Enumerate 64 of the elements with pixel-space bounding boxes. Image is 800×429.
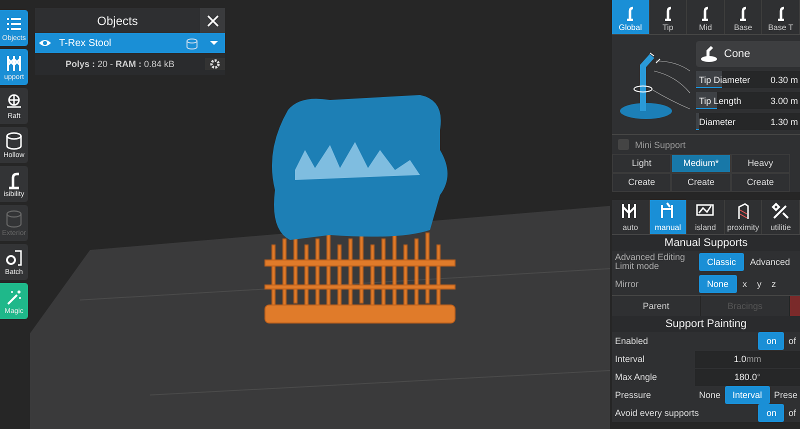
object-row[interactable]: T-Rex Stool <box>35 33 225 53</box>
number-field[interactable]: 180.0° <box>695 368 800 386</box>
tip-tab[interactable]: Base T <box>762 0 800 34</box>
option-button[interactable]: Prese <box>770 386 800 404</box>
tip-tab[interactable]: Mid <box>687 0 725 34</box>
parameter-slider[interactable]: Tip Diameter 0.30 m <box>696 71 800 88</box>
close-icon <box>206 14 218 26</box>
section-title: Manual Supports <box>612 235 800 251</box>
action-button[interactable]: Parent <box>612 296 700 316</box>
option-button[interactable]: on <box>758 404 784 422</box>
parameter-label: Tip Length <box>699 96 742 106</box>
option-button[interactable]: Classic <box>699 253 744 271</box>
setting-label: Mirror <box>615 280 640 288</box>
option-button[interactable]: None <box>695 386 725 404</box>
caret-icon <box>209 40 219 46</box>
setting-label: Pressure <box>615 390 652 400</box>
section-title: Support Painting <box>612 316 800 332</box>
option-button[interactable]: y <box>753 275 766 293</box>
number-field[interactable]: 1.0mm <box>695 350 800 368</box>
cylinder-icon <box>185 36 199 50</box>
mode-tab[interactable]: proximity <box>724 200 762 234</box>
delete-button[interactable] <box>790 296 800 316</box>
mode-tab[interactable]: utilitie <box>762 200 800 234</box>
object-stats: Polys : 20 - RAM : 0.84 kB <box>64 59 176 69</box>
support-icon <box>4 53 24 73</box>
option-button[interactable]: of <box>784 332 800 350</box>
option-button[interactable]: Advanced <box>746 253 794 271</box>
density-button[interactable]: Light <box>612 154 672 173</box>
setting-label: Advanced Editing Limit mode <box>615 253 686 271</box>
mode-tab[interactable]: island <box>687 200 725 234</box>
parameter-slider[interactable]: Tip Length 3.00 m <box>696 92 800 109</box>
parameter-value: 0.30 m <box>770 74 798 84</box>
support-pin-icon <box>700 45 718 63</box>
create-button[interactable]: Create <box>730 173 790 192</box>
cylinder-icon <box>4 209 24 229</box>
option-button[interactable]: x <box>738 275 752 293</box>
object-name: T-Rex Stool <box>58 38 112 48</box>
tip-tab[interactable]: Global <box>612 0 650 34</box>
density-button[interactable]: Heavy <box>730 154 790 173</box>
setting-label: Max Angle <box>615 372 658 382</box>
parameter-label: Diameter <box>699 116 736 126</box>
setting-label: Enabled <box>615 336 650 346</box>
parameter-value: 3.00 m <box>770 96 798 106</box>
cylinder-icon <box>4 131 24 151</box>
option-button[interactable]: on <box>758 332 784 350</box>
create-button[interactable]: Create <box>671 173 731 192</box>
density-button[interactable]: Medium* <box>671 154 731 173</box>
parameter-slider[interactable]: Diameter 1.30 m <box>696 113 800 130</box>
close-button[interactable] <box>200 8 225 33</box>
tip-tab[interactable]: Tip <box>650 0 688 34</box>
panel-title: Objects <box>96 12 139 30</box>
checkbox-label: Mini Support <box>635 140 686 150</box>
shape-dropdown[interactable]: Cone <box>696 41 800 67</box>
option-button[interactable]: of <box>784 404 800 422</box>
parameter-label: Tip Diameter <box>699 74 750 84</box>
mode-tab[interactable]: manual <box>650 200 688 234</box>
tip-tab[interactable]: Base <box>724 0 762 34</box>
option-button[interactable]: Interval <box>724 386 770 404</box>
tools-icon <box>770 201 791 221</box>
parameter-value: 1.30 m <box>770 116 798 126</box>
create-button[interactable]: Create <box>612 173 672 192</box>
option-button[interactable]: None <box>699 275 737 293</box>
option-button[interactable]: z <box>768 275 780 293</box>
setting-label: Interval <box>615 354 646 364</box>
